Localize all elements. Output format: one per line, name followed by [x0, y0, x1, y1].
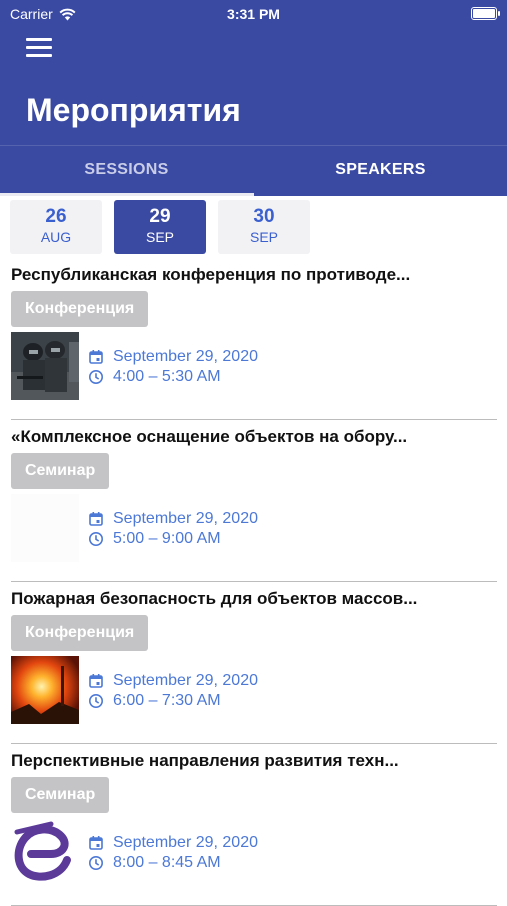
session-item[interactable]: Пожарная безопасность для объектов массо…: [0, 582, 507, 744]
session-thumbnail-logo: [11, 818, 79, 886]
clock-icon: [89, 532, 103, 546]
tab-sessions[interactable]: SESSIONS: [0, 145, 253, 196]
date-chip-sep-29[interactable]: 29 SEP: [114, 200, 206, 254]
clock-icon: [89, 856, 103, 870]
session-type-badge: Семинар: [11, 453, 110, 489]
session-type-badge: Семинар: [11, 777, 110, 813]
calendar-icon: [89, 512, 103, 526]
status-time: 3:31 PM: [227, 6, 280, 22]
tab-speakers[interactable]: SPEAKERS: [254, 145, 507, 196]
session-title: Республиканская конференция по противоде…: [11, 265, 411, 284]
session-date: September 29, 2020: [113, 348, 258, 365]
date-month: SEP: [249, 229, 278, 245]
session-thumbnail-image: [11, 656, 79, 724]
session-meta: September 29, 2020 5:00 – 9:00 AM: [88, 509, 258, 549]
session-time: 5:00 – 9:00 AM: [113, 530, 221, 547]
tab-bar: SESSIONS SPEAKERS: [0, 145, 507, 196]
clock-icon: [89, 694, 103, 708]
calendar-icon: [89, 350, 103, 364]
date-selector: 26 AUG 29 SEP 30 SEP: [10, 200, 310, 254]
app-header: Carrier 3:31 PM Мероприятия SESSIONS SPE…: [0, 0, 507, 196]
session-item[interactable]: Республиканская конференция по противоде…: [0, 258, 507, 420]
battery-icon: [471, 7, 500, 20]
session-time: 8:00 – 8:45 AM: [113, 854, 221, 871]
session-item[interactable]: Перспективные направления развития техн.…: [0, 744, 507, 906]
session-time: 6:00 – 7:30 AM: [113, 692, 221, 709]
date-chip-sep-30[interactable]: 30 SEP: [218, 200, 310, 254]
session-thumbnail-image: [11, 494, 79, 562]
session-meta: September 29, 2020 8:00 – 8:45 AM: [88, 833, 258, 873]
date-day: 30: [253, 206, 275, 227]
tab-active-indicator: [0, 193, 254, 196]
page-title: Мероприятия: [26, 92, 241, 128]
date-day: 26: [45, 206, 67, 227]
session-date: September 29, 2020: [113, 510, 258, 527]
session-meta: September 29, 2020 6:00 – 7:30 AM: [88, 671, 258, 711]
session-meta: September 29, 2020 4:00 – 5:30 AM: [88, 347, 258, 387]
date-day: 29: [149, 206, 171, 227]
date-month: SEP: [145, 229, 174, 245]
session-date: September 29, 2020: [113, 672, 258, 689]
session-date: September 29, 2020: [113, 834, 258, 851]
date-chip-aug-26[interactable]: 26 AUG: [10, 200, 102, 254]
session-title: Перспективные направления развития техн.…: [11, 751, 399, 770]
hamburger-menu-icon[interactable]: [26, 38, 52, 58]
calendar-icon: [89, 836, 103, 850]
session-type-badge: Конференция: [11, 615, 149, 651]
date-month: AUG: [40, 229, 72, 245]
session-type-badge: Конференция: [11, 291, 149, 327]
session-thumbnail-image: [11, 332, 79, 400]
session-title: «Комплексное оснащение объектов на обору…: [11, 427, 408, 446]
session-time: 4:00 – 5:30 AM: [113, 368, 221, 385]
session-list: Республиканская конференция по противоде…: [0, 258, 507, 906]
clock-icon: [89, 370, 103, 384]
calendar-icon: [89, 674, 103, 688]
session-title: Пожарная безопасность для объектов массо…: [11, 589, 418, 608]
session-item[interactable]: «Комплексное оснащение объектов на обору…: [0, 420, 507, 582]
status-bar: Carrier 3:31 PM: [0, 0, 507, 30]
